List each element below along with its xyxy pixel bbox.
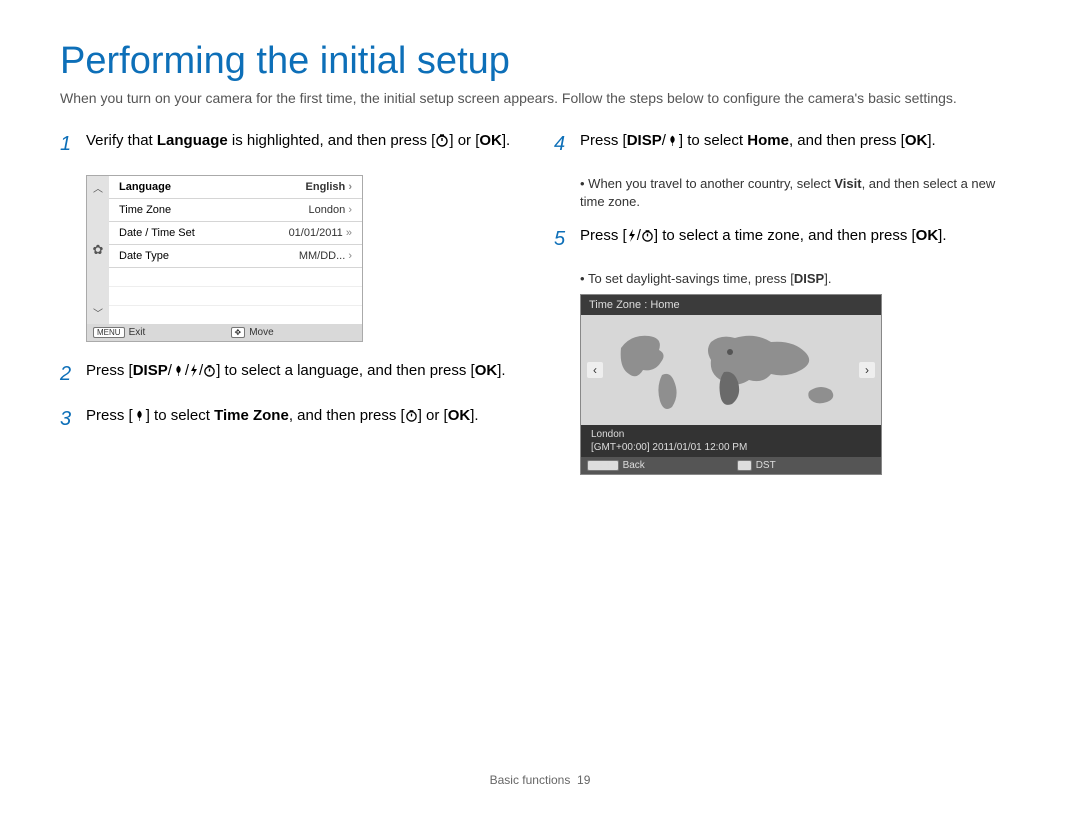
lcd2-map: ‹ › xyxy=(581,315,881,425)
chevron-left-icon: ‹ xyxy=(587,362,603,378)
lcd-row-timezone: Time Zone London xyxy=(109,199,362,222)
lcd-foot-left: Exit xyxy=(129,327,146,338)
footer-page: 19 xyxy=(577,773,590,787)
chevron-up-icon: ︿ xyxy=(93,180,103,195)
lcd-row-language: Language English xyxy=(109,176,362,199)
disp-label: DISP xyxy=(794,271,824,286)
step-text: Verify that xyxy=(86,132,157,149)
page-footer: Basic functions 19 xyxy=(0,773,1080,787)
bullet-text: ]. xyxy=(824,271,831,286)
dpad-icon: ✥ xyxy=(231,327,246,338)
step-bold: Home xyxy=(747,132,789,149)
menu-tag-icon: MENU xyxy=(93,327,125,338)
lcd-footer: MENU Exit ✥Move xyxy=(87,324,362,341)
row-label: Date Type xyxy=(119,250,169,262)
footer-section: Basic functions xyxy=(490,773,571,787)
row-label: Time Zone xyxy=(119,204,171,216)
lcd2-footer: MENU Back ✥ DST xyxy=(581,457,881,474)
lcd-rows: Language English Time Zone London Date / T… xyxy=(109,176,362,324)
step-4: 4 Press [DISP/] to select Home, and then… xyxy=(554,130,1020,159)
step-text: is highlighted, and then press [ xyxy=(228,132,436,149)
step-4-bullet: When you travel to another country, sele… xyxy=(580,175,1020,211)
ok-label: OK xyxy=(475,362,498,379)
row-label: Language xyxy=(119,181,171,193)
lcd-row-datetype: Date Type MM/DD... xyxy=(109,245,362,268)
step-text: , and then press [ xyxy=(789,132,905,149)
ok-label: OK xyxy=(905,132,928,149)
menu-tag-icon: MENU xyxy=(587,460,619,471)
chevron-right-icon: › xyxy=(859,362,875,378)
step-bold: Time Zone xyxy=(214,407,289,424)
flash-icon xyxy=(189,362,199,384)
step-text: Press [ xyxy=(86,362,133,379)
step-text: ] or [ xyxy=(418,407,448,424)
row-value: London xyxy=(309,204,352,216)
right-column: 4 Press [DISP/] to select Home, and then… xyxy=(554,130,1020,476)
dpad-icon: ✥ xyxy=(737,460,752,471)
bullet-bold: Visit xyxy=(834,176,861,191)
step-text: ]. xyxy=(938,227,946,244)
page-title: Performing the initial setup xyxy=(60,40,1020,83)
disp-label: DISP xyxy=(133,362,168,379)
step-2: 2 Press [DISP///] to select a language, … xyxy=(60,360,526,389)
timer-icon xyxy=(435,132,449,154)
step-text: Press [ xyxy=(580,132,627,149)
step-text: ]. xyxy=(470,407,478,424)
step-text: ] to select a time zone, and then press … xyxy=(654,227,916,244)
step-text: ]. xyxy=(927,132,935,149)
step-text: ]. xyxy=(502,132,510,149)
left-column: 1 Verify that Language is highlighted, a… xyxy=(60,130,526,476)
lcd2-city: London xyxy=(591,428,871,441)
bullet-text: When you travel to another country, sele… xyxy=(588,176,834,191)
lcd2-foot-left: Back xyxy=(623,460,645,471)
step-bold: Language xyxy=(157,132,228,149)
ok-label: OK xyxy=(448,407,471,424)
lcd2-stamp: [GMT+00:00] 2011/01/01 12:00 PM xyxy=(591,441,871,454)
disp-label: DISP xyxy=(627,132,662,149)
step-text: Press [ xyxy=(580,227,627,244)
macro-icon xyxy=(133,407,146,429)
step-3: 3 Press [ ] to select Time Zone, and then… xyxy=(60,405,526,434)
step-5-bullet: To set daylight-savings time, press [DIS… xyxy=(580,270,1020,288)
lcd2-info: London [GMT+00:00] 2011/01/01 12:00 PM xyxy=(581,425,881,457)
lcd-foot-right: Move xyxy=(249,327,273,338)
step-text: Press [ xyxy=(86,407,133,424)
intro-text: When you turn on your camera for the fir… xyxy=(60,89,1020,108)
step-number: 3 xyxy=(60,405,78,434)
timer-icon xyxy=(641,227,654,249)
timer-icon xyxy=(203,362,216,384)
step-number: 1 xyxy=(60,130,78,159)
lcd-settings-mock: ︿ ✿ ﹀ Language English Time Zone London Da… xyxy=(86,175,363,342)
step-number: 5 xyxy=(554,225,572,254)
step-5: 5 Press [/] to select a time zone, and t… xyxy=(554,225,1020,254)
row-value: English xyxy=(306,181,352,193)
lcd-sidebar: ︿ ✿ ﹀ xyxy=(87,176,109,324)
lcd2-title: Time Zone : Home xyxy=(581,295,881,315)
lcd2-foot-right: DST xyxy=(756,460,776,471)
ok-label: OK xyxy=(479,132,502,149)
gear-icon: ✿ xyxy=(93,242,104,258)
step-text: ] to select a language, and then press [ xyxy=(216,362,475,379)
world-map-icon xyxy=(606,320,856,420)
lcd-timezone-mock: Time Zone : Home ‹ › xyxy=(580,294,882,475)
step-number: 2 xyxy=(60,360,78,389)
step-text: ]. xyxy=(497,362,505,379)
chevron-down-icon: ﹀ xyxy=(93,305,103,320)
macro-icon xyxy=(172,362,185,384)
lcd-row-datetime: Date / Time Set 01/01/2011 xyxy=(109,222,362,245)
row-value: 01/01/2011 xyxy=(289,227,352,239)
macro-icon xyxy=(666,132,679,154)
flash-icon xyxy=(627,227,637,249)
row-value: MM/DD... xyxy=(299,250,352,262)
step-text: ] or [ xyxy=(449,132,479,149)
step-number: 4 xyxy=(554,130,572,159)
step-text: ] to select xyxy=(146,407,214,424)
step-1: 1 Verify that Language is highlighted, a… xyxy=(60,130,526,159)
step-text: , and then press [ xyxy=(289,407,405,424)
step-text: ] to select xyxy=(679,132,747,149)
row-label: Date / Time Set xyxy=(119,227,195,239)
timer-icon xyxy=(405,407,418,429)
ok-label: OK xyxy=(916,227,939,244)
bullet-text: To set daylight-savings time, press [ xyxy=(588,271,794,286)
